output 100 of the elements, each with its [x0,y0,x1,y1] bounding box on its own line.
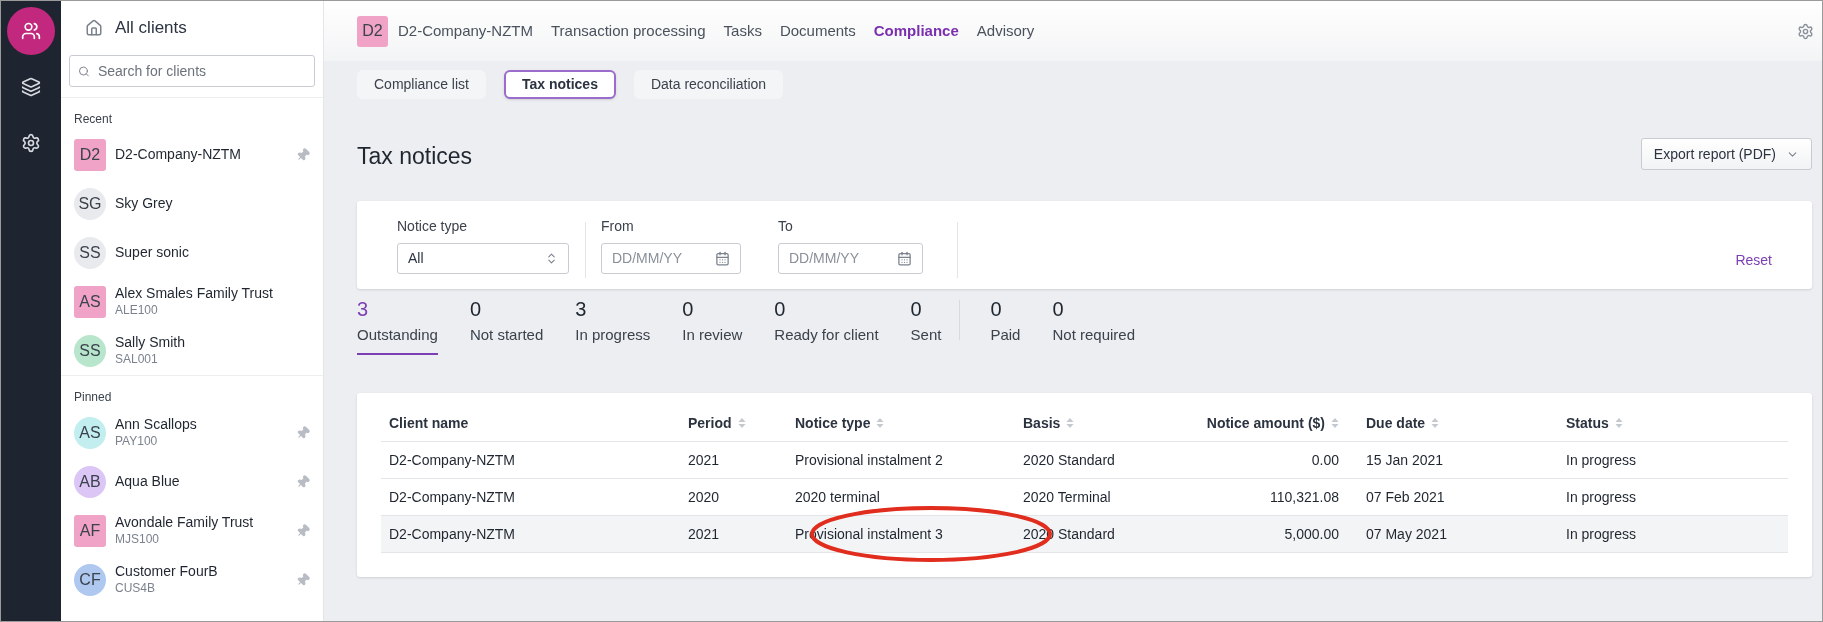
client-name: Sally Smith [115,334,187,352]
column-header[interactable]: Notice amount ($) [1165,412,1339,434]
nav-link[interactable]: Documents [779,19,856,43]
sub-tab[interactable]: Compliance list [357,70,486,99]
table-cell: 07 May 2021 [1366,526,1447,542]
date-field[interactable]: DD/MM/YY [601,243,741,274]
client-avatar: D2 [357,15,388,47]
sidebar-title: All clients [115,17,187,40]
people-icon [21,21,41,41]
search-input[interactable]: Search for clients [97,60,306,82]
client-item[interactable]: SG Sky Grey [61,179,323,228]
status-tab[interactable]: 0 In review [682,297,743,355]
table-cell: 2020 [688,489,720,505]
client-name: D2-Company-NZTM [398,20,533,41]
date-field[interactable]: DD/MM/YY [778,243,923,274]
client-code: ALE100 [115,302,159,318]
client-item[interactable]: SS Sally Smith SAL001 [61,326,323,375]
section-heading: Recent [73,111,114,128]
client-name: D2-Company-NZTM [115,145,242,164]
status-tab[interactable]: 3 Outstanding [357,297,438,355]
reset-link[interactable]: Reset [1735,249,1772,271]
client-avatar: AB [74,465,106,498]
calendar-icon [715,251,730,266]
table-cell-text: 5,000.00 [1284,524,1339,544]
table-cell: In progress [1566,452,1637,468]
nav-link[interactable]: Tasks [723,19,762,43]
client-code: PAY100 [115,433,159,449]
table-cell: 2021 [688,526,720,542]
nav-link[interactable]: Compliance [873,19,959,43]
field-label: To [778,217,794,236]
status-tab[interactable]: 0 Ready for client [774,297,879,355]
export-button[interactable]: Export report (PDF) [1640,138,1812,170]
date-input[interactable]: DD/MM/YY [612,248,704,269]
table-cell: 2020 Terminal [1023,489,1111,505]
field-label: Notice type [397,217,469,236]
status-tab[interactable]: 0 Not started [469,297,544,355]
sub-tab[interactable]: Data reconciliation [633,70,784,99]
client-avatar: SS [74,236,106,269]
table-cell: 07 Feb 2021 [1366,489,1445,505]
client-avatar: AF [74,514,106,547]
sort-icon [1614,417,1623,429]
client-item[interactable]: AS Ann Scallops PAY100 [61,408,323,457]
table-cell: 15 Jan 2021 [1366,452,1444,468]
client-name: Customer FourB [115,563,219,581]
rail-button[interactable] [7,7,55,55]
home-icon [85,19,103,37]
column-header[interactable]: Basis [1015,412,1165,434]
table-cell: D2-Company-NZTM [389,489,515,505]
table-cell: D2-Company-NZTM [389,526,515,542]
client-item[interactable]: CF Customer FourB CUS4B [61,555,323,604]
field-label: From [601,217,635,236]
client-avatar: AS [74,285,106,318]
table-cell: D2-Company-NZTM [389,452,515,468]
settings-icon[interactable] [1797,22,1814,40]
status-tab[interactable]: 0 Paid [990,297,1021,355]
search-icon [78,64,90,78]
client-avatar: SS [74,334,106,367]
table-cell-text: 0.00 [1311,450,1339,470]
client-code: SAL001 [115,351,159,367]
client-name: Ann Scallops [115,416,198,434]
client-code: CUS4B [115,580,156,596]
sort-icon [1066,417,1075,429]
column-header[interactable]: Period [680,412,787,434]
client-item[interactable]: AF Avondale Family Trust MJS100 [61,506,323,555]
nav-link[interactable]: Transaction processing [551,19,706,43]
sort-icon [876,417,885,429]
table-cell: In progress [1566,526,1637,542]
column-header[interactable]: Notice type [787,412,1015,434]
table-cell: 2021 [688,452,720,468]
client-item[interactable]: AB Aqua Blue [61,457,323,506]
updown-icon [545,252,558,265]
status-tab[interactable]: 3 In progress [575,297,651,355]
search-field[interactable]: Search for clients [69,55,315,87]
client-item[interactable]: AS Alex Smales Family Trust ALE100 [61,277,323,326]
client-avatar: AS [74,416,106,449]
column-header[interactable]: Due date [1339,412,1558,434]
status-tab[interactable]: 0 Sent [910,297,942,355]
nav-link[interactable]: Advisory [976,19,1035,43]
sub-tab[interactable]: Tax notices [503,70,616,99]
client-item[interactable]: SS Super sonic [61,228,323,277]
table-cell: Provisional instalment 2 [795,452,943,468]
section-heading: Pinned [73,389,113,406]
date-input[interactable]: DD/MM/YY [789,248,881,269]
table-cell: 2020 Standard [1023,452,1115,468]
client-avatar: D2 [74,138,106,171]
sort-icon [1331,417,1339,429]
client-avatar: SG [74,187,106,220]
client-name: Aqua Blue [115,472,181,491]
client-item[interactable]: D2 D2-Company-NZTM [61,130,323,179]
column-header[interactable]: Status [1558,412,1788,434]
sort-icon [737,417,746,429]
settings-icon [21,133,41,153]
client-name: Sky Grey [115,194,174,213]
status-tab[interactable]: 0 Not required [1052,297,1135,355]
table-cell: In progress [1566,489,1637,505]
column-header: Client name [388,413,470,433]
notice-type-select[interactable]: All [397,243,569,274]
client-name: Avondale Family Trust [115,514,255,532]
client-name: Alex Smales Family Trust [115,285,274,303]
calendar-icon [897,251,912,266]
